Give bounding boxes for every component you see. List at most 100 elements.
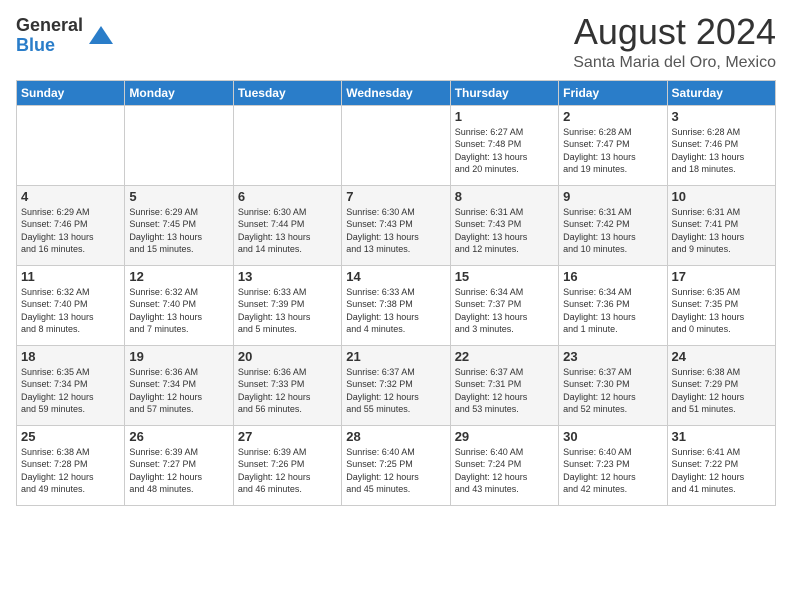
day-cell: 28Sunrise: 6:40 AM Sunset: 7:25 PM Dayli… xyxy=(342,425,450,505)
week-row-2: 4Sunrise: 6:29 AM Sunset: 7:46 PM Daylig… xyxy=(17,185,776,265)
day-info: Sunrise: 6:34 AM Sunset: 7:37 PM Dayligh… xyxy=(455,286,554,336)
day-cell: 18 Sunrise: 6:35 AM Sunset: 7:34 PM Dayli… xyxy=(17,345,125,425)
day-number: 30 xyxy=(563,429,662,444)
day-info: Sunrise: 6:31 AM Sunset: 7:42 PM Dayligh… xyxy=(563,206,662,256)
day-number: 17 xyxy=(672,269,771,284)
day-info: Sunrise: 6:39 AM Sunset: 7:27 PM Dayligh… xyxy=(129,446,228,496)
day-cell xyxy=(17,105,125,185)
calendar: Sunday Monday Tuesday Wednesday Thursday… xyxy=(16,80,776,506)
day-info: Sunrise: 6:37 AM Sunset: 7:32 PM Dayligh… xyxy=(346,366,445,416)
day-info: Sunrise: 6:32 AM Sunset: 7:40 PM Dayligh… xyxy=(21,286,120,336)
day-number: 12 xyxy=(129,269,228,284)
day-info: Sunrise: 6:33 AM Sunset: 7:38 PM Dayligh… xyxy=(346,286,445,336)
day-info: Sunrise: 6:28 AM Sunset: 7:46 PM Dayligh… xyxy=(672,126,771,176)
day-cell: 19 Sunrise: 6:36 AM Sunset: 7:34 PM Dayli… xyxy=(125,345,233,425)
day-info: Sunrise: 6:31 AM Sunset: 7:41 PM Dayligh… xyxy=(672,206,771,256)
day-cell: 1 Sunrise: 6:27 AM Sunset: 7:48 PM Daylig… xyxy=(450,105,558,185)
header-thursday: Thursday xyxy=(450,80,558,105)
title-area: August 2024 Santa Maria del Oro, Mexico xyxy=(573,12,776,72)
day-info: Sunrise: 6:37 AM Sunset: 7:31 PM Dayligh… xyxy=(455,366,554,416)
day-number: 20 xyxy=(238,349,337,364)
calendar-header: Sunday Monday Tuesday Wednesday Thursday… xyxy=(17,80,776,105)
header-tuesday: Tuesday xyxy=(233,80,341,105)
day-number: 4 xyxy=(21,189,120,204)
header-sunday: Sunday xyxy=(17,80,125,105)
day-info: Sunrise: 6:35 AM Sunset: 7:34 PM Dayligh… xyxy=(21,366,120,416)
day-cell: 15 Sunrise: 6:34 AM Sunset: 7:37 PM Dayli… xyxy=(450,265,558,345)
header: General Blue August 2024 Santa Maria del… xyxy=(16,12,776,72)
day-cell: 13 Sunrise: 6:33 AM Sunset: 7:39 PM Dayli… xyxy=(233,265,341,345)
day-info: Sunrise: 6:33 AM Sunset: 7:39 PM Dayligh… xyxy=(238,286,337,336)
day-cell: 31 Sunrise: 6:41 AM Sunset: 7:22 PM Dayli… xyxy=(667,425,775,505)
day-number: 9 xyxy=(563,189,662,204)
day-cell: 2 Sunrise: 6:28 AM Sunset: 7:47 PM Daylig… xyxy=(559,105,667,185)
day-cell: 17 Sunrise: 6:35 AM Sunset: 7:35 PM Dayli… xyxy=(667,265,775,345)
day-info: Sunrise: 6:30 AM Sunset: 7:43 PM Dayligh… xyxy=(346,206,445,256)
day-number: 31 xyxy=(672,429,771,444)
day-cell: 24 Sunrise: 6:38 AM Sunset: 7:29 PM Dayli… xyxy=(667,345,775,425)
day-number: 11 xyxy=(21,269,120,284)
day-info: Sunrise: 6:35 AM Sunset: 7:35 PM Dayligh… xyxy=(672,286,771,336)
day-number: 13 xyxy=(238,269,337,284)
day-info: Sunrise: 6:27 AM Sunset: 7:48 PM Dayligh… xyxy=(455,126,554,176)
day-info: Sunrise: 6:38 AM Sunset: 7:28 PM Dayligh… xyxy=(21,446,120,496)
day-info: Sunrise: 6:34 AM Sunset: 7:36 PM Dayligh… xyxy=(563,286,662,336)
day-cell: 11 Sunrise: 6:32 AM Sunset: 7:40 PM Dayli… xyxy=(17,265,125,345)
day-cell: 22 Sunrise: 6:37 AM Sunset: 7:31 PM Dayli… xyxy=(450,345,558,425)
day-cell: 12 Sunrise: 6:32 AM Sunset: 7:40 PM Dayli… xyxy=(125,265,233,345)
day-cell: 7 Sunrise: 6:30 AM Sunset: 7:43 PM Daylig… xyxy=(342,185,450,265)
day-cell xyxy=(342,105,450,185)
day-cell: 5 Sunrise: 6:29 AM Sunset: 7:45 PM Daylig… xyxy=(125,185,233,265)
day-info: Sunrise: 6:32 AM Sunset: 7:40 PM Dayligh… xyxy=(129,286,228,336)
day-number: 18 xyxy=(21,349,120,364)
day-number: 7 xyxy=(346,189,445,204)
day-number: 15 xyxy=(455,269,554,284)
day-cell: 27 Sunrise: 6:39 AM Sunset: 7:26 PM Dayli… xyxy=(233,425,341,505)
day-number: 1 xyxy=(455,109,554,124)
week-row-5: 25Sunrise: 6:38 AM Sunset: 7:28 PM Dayli… xyxy=(17,425,776,505)
day-number: 2 xyxy=(563,109,662,124)
day-info: Sunrise: 6:36 AM Sunset: 7:33 PM Dayligh… xyxy=(238,366,337,416)
day-number: 10 xyxy=(672,189,771,204)
day-info: Sunrise: 6:41 AM Sunset: 7:22 PM Dayligh… xyxy=(672,446,771,496)
logo-general: General xyxy=(16,16,83,36)
day-number: 24 xyxy=(672,349,771,364)
day-info: Sunrise: 6:40 AM Sunset: 7:24 PM Dayligh… xyxy=(455,446,554,496)
day-number: 5 xyxy=(129,189,228,204)
day-cell: 6Sunrise: 6:30 AM Sunset: 7:44 PM Daylig… xyxy=(233,185,341,265)
day-info: Sunrise: 6:40 AM Sunset: 7:23 PM Dayligh… xyxy=(563,446,662,496)
day-cell: 14 Sunrise: 6:33 AM Sunset: 7:38 PM Dayli… xyxy=(342,265,450,345)
day-info: Sunrise: 6:38 AM Sunset: 7:29 PM Dayligh… xyxy=(672,366,771,416)
page: General Blue August 2024 Santa Maria del… xyxy=(0,0,792,612)
main-title: August 2024 xyxy=(573,12,776,52)
day-cell: 3Sunrise: 6:28 AM Sunset: 7:46 PM Daylig… xyxy=(667,105,775,185)
week-row-3: 11 Sunrise: 6:32 AM Sunset: 7:40 PM Dayli… xyxy=(17,265,776,345)
day-number: 28 xyxy=(346,429,445,444)
day-cell: 20 Sunrise: 6:36 AM Sunset: 7:33 PM Dayli… xyxy=(233,345,341,425)
day-number: 19 xyxy=(129,349,228,364)
day-cell: 23 Sunrise: 6:37 AM Sunset: 7:30 PM Dayli… xyxy=(559,345,667,425)
day-info: Sunrise: 6:30 AM Sunset: 7:44 PM Dayligh… xyxy=(238,206,337,256)
day-cell: 26Sunrise: 6:39 AM Sunset: 7:27 PM Dayli… xyxy=(125,425,233,505)
day-cell: 30 Sunrise: 6:40 AM Sunset: 7:23 PM Dayli… xyxy=(559,425,667,505)
day-number: 27 xyxy=(238,429,337,444)
day-number: 22 xyxy=(455,349,554,364)
day-info: Sunrise: 6:31 AM Sunset: 7:43 PM Dayligh… xyxy=(455,206,554,256)
day-info: Sunrise: 6:28 AM Sunset: 7:47 PM Dayligh… xyxy=(563,126,662,176)
day-number: 23 xyxy=(563,349,662,364)
subtitle: Santa Maria del Oro, Mexico xyxy=(573,54,776,72)
day-number: 16 xyxy=(563,269,662,284)
day-number: 21 xyxy=(346,349,445,364)
day-info: Sunrise: 6:39 AM Sunset: 7:26 PM Dayligh… xyxy=(238,446,337,496)
day-cell: 8Sunrise: 6:31 AM Sunset: 7:43 PM Daylig… xyxy=(450,185,558,265)
day-info: Sunrise: 6:36 AM Sunset: 7:34 PM Dayligh… xyxy=(129,366,228,416)
day-cell: 25Sunrise: 6:38 AM Sunset: 7:28 PM Dayli… xyxy=(17,425,125,505)
week-row-4: 18 Sunrise: 6:35 AM Sunset: 7:34 PM Dayli… xyxy=(17,345,776,425)
calendar-body: 1 Sunrise: 6:27 AM Sunset: 7:48 PM Daylig… xyxy=(17,105,776,505)
header-wednesday: Wednesday xyxy=(342,80,450,105)
day-info: Sunrise: 6:29 AM Sunset: 7:45 PM Dayligh… xyxy=(129,206,228,256)
day-info: Sunrise: 6:37 AM Sunset: 7:30 PM Dayligh… xyxy=(563,366,662,416)
day-cell: 21 Sunrise: 6:37 AM Sunset: 7:32 PM Dayli… xyxy=(342,345,450,425)
header-monday: Monday xyxy=(125,80,233,105)
day-number: 14 xyxy=(346,269,445,284)
